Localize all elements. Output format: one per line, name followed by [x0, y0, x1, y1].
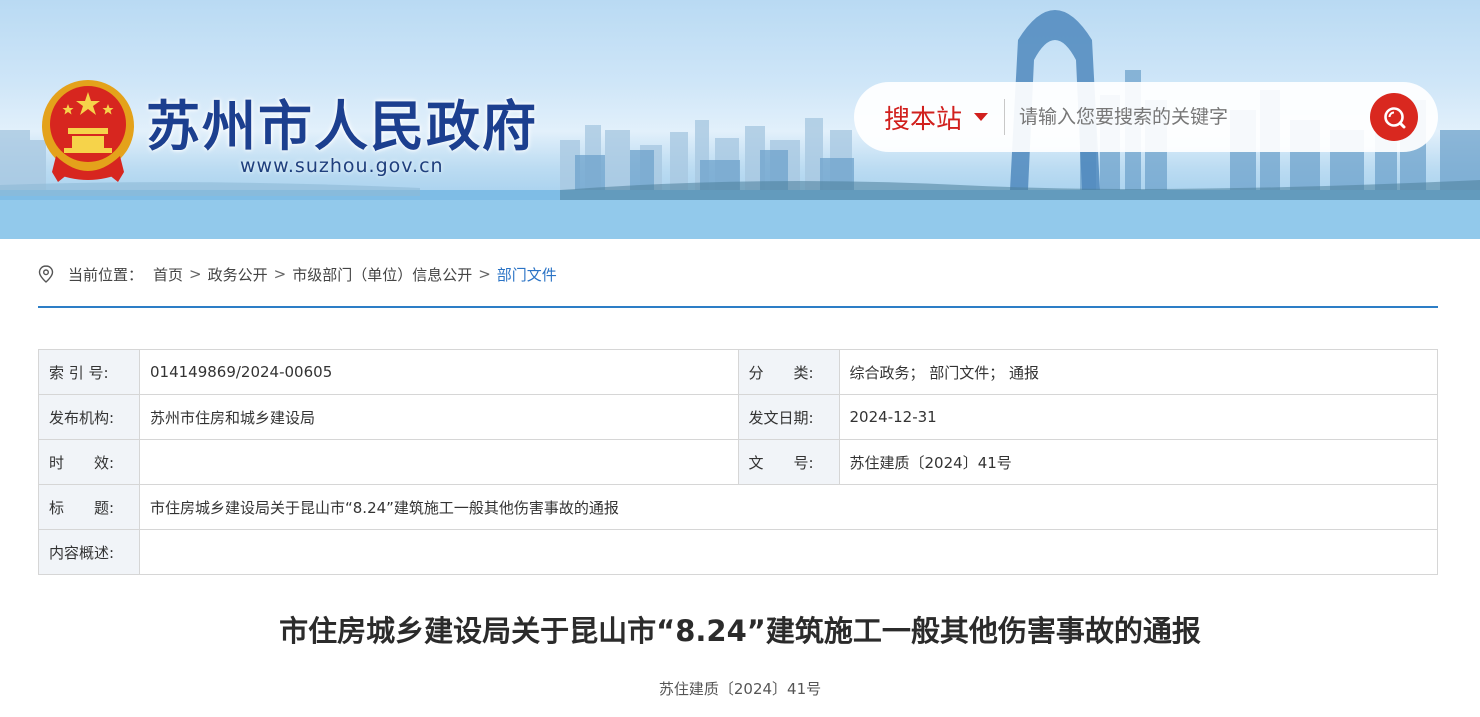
title-label: 标 题:: [38, 484, 140, 530]
breadcrumb-dept-files[interactable]: 部门文件: [497, 264, 557, 285]
search-button[interactable]: [1370, 93, 1418, 141]
breadcrumb-divider: [38, 306, 1438, 308]
validity-label: 时 效:: [38, 439, 140, 485]
index-number-label: 索 引 号:: [38, 349, 140, 395]
national-emblem-icon: [42, 80, 134, 182]
header-banner: 苏州市人民政府 www.suzhou.gov.cn 搜本站: [0, 0, 1480, 239]
category-label: 分 类:: [737, 349, 840, 395]
search-scope-dropdown[interactable]: 搜本站: [884, 99, 989, 136]
publisher-value: 苏州市住房和城乡建设局: [138, 394, 739, 440]
title-value: 市住房城乡建设局关于昆山市“8.24”建筑施工一般其他伤害事故的通报: [138, 484, 1439, 530]
table-row: 索 引 号: 014149869/2024-00605 分 类: 综合政务； 部…: [38, 349, 1439, 395]
table-row: 标 题: 市住房城乡建设局关于昆山市“8.24”建筑施工一般其他伤害事故的通报: [38, 484, 1439, 530]
breadcrumb: 当前位置： 首页 > 政务公开 > 市级部门（单位）信息公开 > 部门文件: [38, 262, 1438, 286]
validity-value: [138, 439, 739, 485]
doc-number-label: 文 号:: [737, 439, 840, 485]
breadcrumb-separator: >: [478, 265, 491, 283]
breadcrumb-prefix: 当前位置：: [68, 265, 144, 284]
site-title[interactable]: 苏州市人民政府: [146, 82, 538, 161]
breadcrumb-separator: >: [273, 265, 287, 283]
search-divider: [1004, 99, 1006, 135]
issue-date-value: 2024-12-31: [838, 394, 1439, 440]
summary-value: [138, 529, 1439, 575]
table-row: 内容概述:: [38, 529, 1439, 575]
breadcrumb-separator: >: [189, 265, 202, 283]
index-number-value: 014149869/2024-00605: [138, 349, 739, 395]
doc-number-value: 苏住建质〔2024〕41号: [838, 439, 1439, 485]
table-row: 时 效: 文 号: 苏住建质〔2024〕41号: [38, 439, 1439, 485]
search-input[interactable]: [1019, 106, 1360, 128]
breadcrumb-gov-affairs[interactable]: 政务公开: [208, 264, 268, 285]
search-box: 搜本站: [854, 82, 1438, 152]
summary-label: 内容概述:: [38, 529, 140, 575]
location-pin-icon: [38, 265, 54, 283]
breadcrumb-home[interactable]: 首页: [153, 264, 183, 285]
chevron-down-icon: [974, 113, 989, 121]
article-title: 市住房城乡建设局关于昆山市“8.24”建筑施工一般其他伤害事故的通报: [279, 614, 1201, 648]
publisher-label: 发布机构:: [38, 394, 140, 440]
search-scope-label: 搜本站: [884, 104, 963, 135]
category-value: 综合政务； 部门文件； 通报: [838, 349, 1439, 395]
issue-date-label: 发文日期:: [737, 394, 840, 440]
breadcrumb-dept-info[interactable]: 市级部门（单位）信息公开: [292, 264, 472, 285]
document-metadata-table: 索 引 号: 014149869/2024-00605 分 类: 综合政务； 部…: [38, 349, 1439, 575]
article-doc-number: 苏住建质〔2024〕41号: [658, 680, 822, 698]
table-row: 发布机构: 苏州市住房和城乡建设局 发文日期: 2024-12-31: [38, 394, 1439, 440]
site-url[interactable]: www.suzhou.gov.cn: [240, 155, 444, 177]
search-icon: [1384, 107, 1406, 129]
